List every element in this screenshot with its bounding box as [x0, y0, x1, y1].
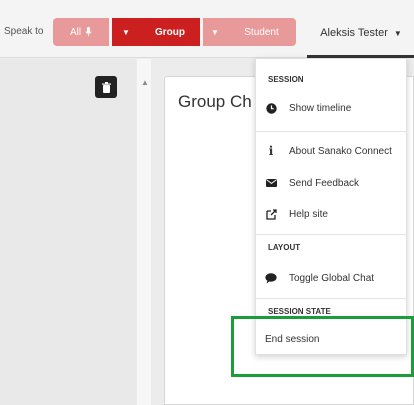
menu-divider [256, 234, 406, 235]
about-label: About Sanako Connect [289, 145, 392, 157]
group-dropdown-toggle[interactable]: ▼ [203, 18, 227, 46]
all-dropdown-toggle[interactable]: ▼ [112, 18, 140, 46]
info-icon: i [268, 144, 274, 158]
speak-to-student-button[interactable]: Student [227, 18, 296, 46]
caret-down-icon: ▼ [122, 27, 130, 37]
menu-item-show-timeline[interactable]: Show timeline [265, 97, 405, 119]
user-menu-button[interactable]: Aleksis Tester ▼ [308, 17, 414, 49]
caret-down-icon: ▼ [211, 27, 219, 37]
student-label: Student [244, 26, 279, 38]
user-name: Aleksis Tester [320, 27, 388, 39]
microphone-icon [85, 27, 92, 37]
delete-button[interactable] [95, 76, 117, 98]
menu-divider [256, 131, 406, 132]
scroll-up-arrow-icon[interactable]: ▲ [141, 78, 149, 87]
speak-to-label: Speak to [4, 26, 44, 37]
menu-item-send-feedback[interactable]: Send Feedback [265, 172, 405, 194]
clock-icon [265, 102, 277, 114]
external-link-icon [265, 208, 277, 220]
chat-bubble-icon [265, 272, 277, 284]
speak-to-group-button[interactable]: Group [140, 18, 200, 46]
chat-title: Group Ch [178, 92, 252, 111]
group-label: Group [155, 26, 185, 38]
highlight-annotation [231, 316, 414, 377]
send-feedback-label: Send Feedback [289, 177, 360, 189]
scrollbar[interactable] [137, 59, 151, 405]
show-timeline-label: Show timeline [289, 102, 352, 114]
left-panel [0, 59, 136, 405]
menu-item-help-site[interactable]: Help site [265, 203, 405, 225]
speak-to-all-button[interactable]: All [53, 18, 109, 46]
menu-item-about[interactable]: i About Sanako Connect [265, 140, 405, 162]
session-state-header: SESSION STATE [268, 307, 331, 316]
session-header: SESSION [268, 75, 304, 84]
menu-item-toggle-global-chat[interactable]: Toggle Global Chat [265, 267, 405, 289]
envelope-icon [265, 177, 277, 189]
help-site-label: Help site [289, 208, 328, 220]
trash-icon [101, 81, 111, 93]
top-toolbar: Speak to All ▼ Group ▼ Student Aleksis T… [0, 0, 414, 58]
layout-header: LAYOUT [268, 243, 301, 252]
toggle-global-chat-label: Toggle Global Chat [289, 272, 375, 284]
menu-divider [256, 298, 406, 299]
all-label: All [69, 26, 82, 38]
caret-down-icon: ▼ [393, 28, 402, 38]
